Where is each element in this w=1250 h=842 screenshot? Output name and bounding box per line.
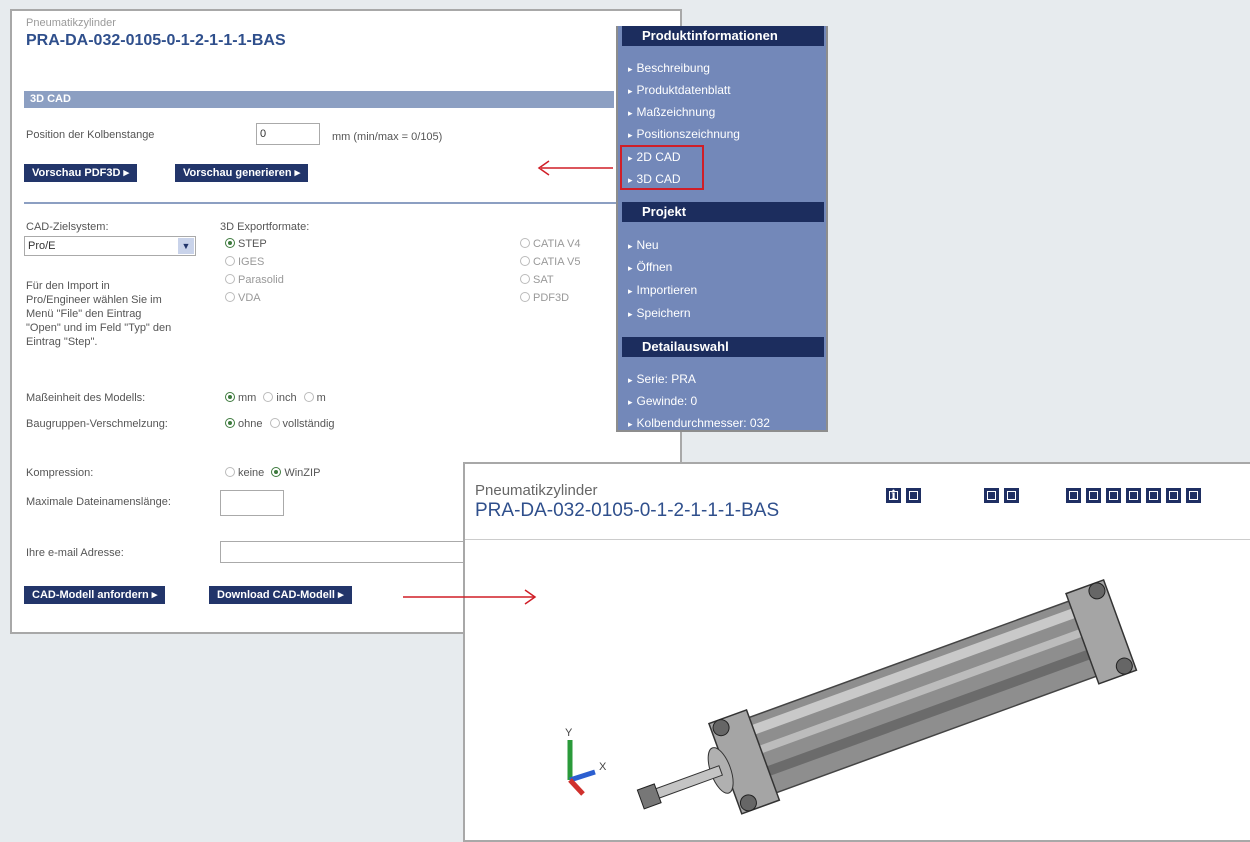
3d-viewer-panel: Pneumatikzylinder PRA-DA-032-0105-0-1-2-… (463, 462, 1250, 842)
cylinder-3d-model[interactable]: Y X (465, 540, 1250, 840)
view-front-icon[interactable] (1065, 487, 1082, 504)
format-pdf3d[interactable]: PDF3D (520, 292, 569, 304)
unit-inch: inch (276, 392, 297, 404)
part-number-title: PRA-DA-032-0105-0-1-2-1-1-1-BAS (26, 32, 286, 49)
request-cad-model-button[interactable]: CAD-Modell anfordern ▸ (24, 586, 166, 604)
unit-options: mm inch m (225, 392, 326, 404)
nav-item-importieren[interactable]: Importieren (628, 283, 698, 297)
radio-icon[interactable] (225, 238, 235, 248)
divider (24, 202, 672, 204)
email-input[interactable] (220, 541, 470, 563)
unit-m: m (316, 392, 326, 404)
view-cube-icon[interactable] (1003, 487, 1020, 504)
axis-y-label: Y (565, 727, 573, 739)
compression-winzip: WinZIP (284, 467, 321, 479)
compression-options: keine WinZIP (225, 467, 320, 479)
export-formats-label: 3D Exportformate: (220, 221, 310, 233)
hint-line: Eintrag "Step". (26, 336, 98, 348)
format-step[interactable]: STEP (225, 238, 267, 250)
merge-vollstaendig: vollständig (282, 418, 335, 430)
nav-item-masszeichnung[interactable]: Maßzeichnung (628, 105, 716, 119)
cad-target-value: Pro/E (28, 240, 56, 252)
format-sat[interactable]: SAT (520, 274, 554, 286)
nav-item-produktdatenblatt[interactable]: Produktdatenblatt (628, 83, 731, 97)
radio-icon[interactable] (520, 274, 530, 284)
nav-item-serie[interactable]: Serie: PRA (628, 372, 696, 386)
compression-keine: keine (238, 467, 265, 479)
arrow-left-icon (537, 160, 613, 176)
radio-icon[interactable] (225, 418, 235, 428)
nav-item-oeffnen[interactable]: Öffnen (628, 260, 673, 274)
navigation-panel: Produktinformationen Beschreibung Produk… (616, 26, 828, 432)
view-cube-icon[interactable] (983, 487, 1000, 504)
merge-ohne: ohne (238, 418, 263, 430)
axis-x-label: X (599, 761, 607, 773)
hint-line: Für den Import in (26, 280, 110, 292)
view-bottom-icon[interactable] (1165, 487, 1182, 504)
radio-icon[interactable] (225, 274, 235, 284)
info-icon-glyph: i (891, 488, 896, 502)
chevron-down-icon[interactable]: ▼ (178, 238, 194, 254)
view-top-icon[interactable] (1145, 487, 1162, 504)
radio-icon[interactable] (303, 392, 314, 402)
merge-label: Baugruppen-Verschmelzung: (26, 418, 168, 430)
radio-icon[interactable] (520, 238, 530, 248)
unit-label: Maßeinheit des Modells: (26, 392, 146, 404)
nav-header-project: Projekt (622, 202, 824, 222)
hint-line: Pro/Engineer wählen Sie im (26, 294, 162, 306)
format-catia-v4[interactable]: CATIA V4 (520, 238, 580, 250)
view-right-icon[interactable] (1125, 487, 1142, 504)
compression-label: Kompression: (26, 467, 94, 479)
nav-item-neu[interactable]: Neu (628, 238, 659, 252)
nav-header-detail: Detailauswahl (622, 337, 824, 357)
rod-position-unit: mm (min/max = 0/105) (332, 131, 443, 143)
email-label: Ihre e-mail Adresse: (26, 547, 124, 559)
nav-item-speichern[interactable]: Speichern (628, 306, 691, 320)
radio-icon[interactable] (225, 256, 235, 266)
view-iso-icon[interactable] (1185, 487, 1202, 504)
nav-header-product: Produktinformationen (622, 26, 824, 46)
generate-preview-button[interactable]: Vorschau generieren ▸ (175, 164, 309, 182)
format-parasolid[interactable]: Parasolid (225, 274, 284, 286)
filename-length-label: Maximale Dateinamenslänge: (26, 496, 171, 508)
hint-line: "Open" und im Feld "Typ" den (26, 322, 172, 334)
merge-options: ohne vollständig (225, 418, 335, 430)
radio-icon[interactable] (225, 392, 235, 402)
cad-target-select[interactable]: Pro/E ▼ (24, 236, 196, 256)
radio-icon[interactable] (225, 292, 235, 302)
nav-item-beschreibung[interactable]: Beschreibung (628, 61, 710, 75)
nav-item-gewinde[interactable]: Gewinde: 0 (628, 394, 698, 408)
view-back-icon[interactable] (1085, 487, 1102, 504)
view-left-icon[interactable] (1105, 487, 1122, 504)
nav-item-positionszeichnung[interactable]: Positionszeichnung (628, 127, 740, 141)
cad-highlight-box (620, 145, 704, 190)
hint-line: Menü "File" den Eintrag (26, 308, 142, 320)
rod-position-input[interactable] (256, 123, 320, 145)
format-iges[interactable]: IGES (225, 256, 264, 268)
radio-icon[interactable] (225, 467, 235, 477)
preview-pdf3d-button[interactable]: Vorschau PDF3D ▸ (24, 164, 138, 182)
viewer-category-label: Pneumatikzylinder (475, 482, 598, 499)
download-cad-model-button[interactable]: Download CAD-Modell ▸ (209, 586, 352, 604)
import-hint: Für den Import in Pro/Engineer wählen Si… (26, 279, 171, 349)
radio-icon[interactable] (520, 292, 530, 302)
radio-icon[interactable] (269, 418, 280, 428)
nav-item-kolbendurchmesser[interactable]: Kolbendurchmesser: 032 (628, 416, 770, 430)
section-3d-cad-header: 3D CAD (24, 91, 614, 108)
radio-icon[interactable] (263, 392, 274, 402)
filename-length-input[interactable] (220, 490, 284, 516)
format-vda[interactable]: VDA (225, 292, 261, 304)
viewer-part-number: PRA-DA-032-0105-0-1-2-1-1-1-BAS (475, 500, 780, 521)
radio-icon[interactable] (271, 467, 282, 477)
radio-icon[interactable] (520, 256, 530, 266)
unit-mm: mm (238, 392, 257, 404)
category-label: Pneumatikzylinder (26, 17, 116, 29)
pan-icon[interactable] (905, 487, 922, 504)
format-catia-v5[interactable]: CATIA V5 (520, 256, 580, 268)
rod-position-label: Position der Kolbenstange (26, 129, 155, 141)
cad-target-label: CAD-Zielsystem: (26, 221, 109, 233)
arrow-right-icon (403, 589, 537, 605)
